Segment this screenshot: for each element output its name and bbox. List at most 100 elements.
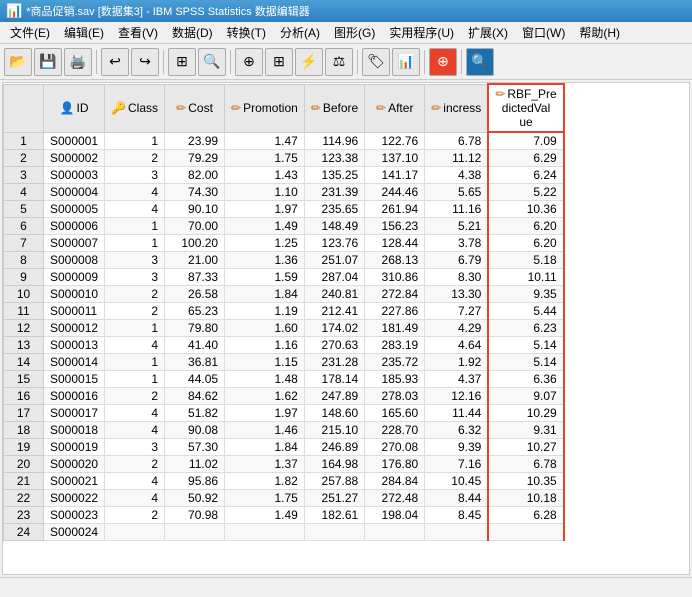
cell-value[interactable]: 1.97 bbox=[225, 405, 305, 422]
col-header-cost[interactable]: ✏Cost bbox=[165, 84, 225, 132]
cell-value[interactable]: 50.92 bbox=[165, 490, 225, 507]
cell-value[interactable]: 1.84 bbox=[225, 286, 305, 303]
cell-value[interactable]: 13.30 bbox=[425, 286, 489, 303]
cell-value[interactable]: 1.10 bbox=[225, 184, 305, 201]
cell-value[interactable]: 11.16 bbox=[425, 201, 489, 218]
cell-value[interactable]: 1.60 bbox=[225, 320, 305, 337]
cell-value[interactable]: 5.65 bbox=[425, 184, 489, 201]
cell-value[interactable]: 11.44 bbox=[425, 405, 489, 422]
cell-value[interactable]: 198.04 bbox=[365, 507, 425, 524]
menu-window[interactable]: 窗口(W) bbox=[516, 22, 571, 43]
cell-value[interactable]: S000004 bbox=[44, 184, 105, 201]
cell-value[interactable]: 283.19 bbox=[365, 337, 425, 354]
cell-value[interactable]: 2 bbox=[105, 286, 165, 303]
cell-value[interactable]: 21.00 bbox=[165, 252, 225, 269]
marker-button[interactable]: ⊕ bbox=[429, 48, 457, 76]
cell-value[interactable]: 3 bbox=[105, 252, 165, 269]
cell-value[interactable]: 244.46 bbox=[365, 184, 425, 201]
menu-edit[interactable]: 编辑(E) bbox=[58, 22, 110, 43]
cell-value[interactable]: S000024 bbox=[44, 524, 105, 541]
cell-value[interactable]: 5.14 bbox=[488, 354, 563, 371]
cell-value[interactable]: 6.78 bbox=[488, 456, 563, 473]
cell-value[interactable]: 74.30 bbox=[165, 184, 225, 201]
cell-value[interactable] bbox=[165, 524, 225, 541]
cell-value[interactable]: 1.75 bbox=[225, 150, 305, 167]
cell-value[interactable]: 1.16 bbox=[225, 337, 305, 354]
cell-value[interactable] bbox=[488, 524, 563, 541]
cell-value[interactable]: 4.64 bbox=[425, 337, 489, 354]
cell-value[interactable]: 185.93 bbox=[365, 371, 425, 388]
cell-value[interactable]: 65.23 bbox=[165, 303, 225, 320]
cell-value[interactable]: 1 bbox=[105, 132, 165, 150]
cell-value[interactable]: 164.98 bbox=[304, 456, 364, 473]
cell-value[interactable]: 6.23 bbox=[488, 320, 563, 337]
cell-value[interactable]: 5.44 bbox=[488, 303, 563, 320]
cell-value[interactable]: 228.70 bbox=[365, 422, 425, 439]
cell-value[interactable]: 4 bbox=[105, 337, 165, 354]
cell-value[interactable]: 9.35 bbox=[488, 286, 563, 303]
cell-value[interactable]: 1 bbox=[105, 354, 165, 371]
cell-value[interactable]: 310.86 bbox=[365, 269, 425, 286]
cell-value[interactable]: 57.30 bbox=[165, 439, 225, 456]
cell-value[interactable]: 6.36 bbox=[488, 371, 563, 388]
cell-value[interactable]: 11.12 bbox=[425, 150, 489, 167]
cell-value[interactable]: 122.76 bbox=[365, 132, 425, 150]
cell-value[interactable]: 10.27 bbox=[488, 439, 563, 456]
cell-value[interactable]: 6.32 bbox=[425, 422, 489, 439]
cell-value[interactable]: 1.82 bbox=[225, 473, 305, 490]
cell-value[interactable]: 84.62 bbox=[165, 388, 225, 405]
menu-analyze[interactable]: 分析(A) bbox=[274, 22, 326, 43]
cell-value[interactable]: 6.28 bbox=[488, 507, 563, 524]
cell-value[interactable]: S000008 bbox=[44, 252, 105, 269]
cell-value[interactable]: 9.07 bbox=[488, 388, 563, 405]
cell-value[interactable]: 135.25 bbox=[304, 167, 364, 184]
cell-value[interactable]: S000014 bbox=[44, 354, 105, 371]
cell-value[interactable]: 231.28 bbox=[304, 354, 364, 371]
cell-value[interactable]: 1.59 bbox=[225, 269, 305, 286]
cell-value[interactable] bbox=[425, 524, 489, 541]
cell-value[interactable]: 44.05 bbox=[165, 371, 225, 388]
cell-value[interactable]: 272.84 bbox=[365, 286, 425, 303]
cell-value[interactable]: 4 bbox=[105, 201, 165, 218]
cell-value[interactable]: 7.16 bbox=[425, 456, 489, 473]
cell-value[interactable]: 4.38 bbox=[425, 167, 489, 184]
cell-value[interactable]: 148.60 bbox=[304, 405, 364, 422]
cell-value[interactable]: 10.35 bbox=[488, 473, 563, 490]
cell-value[interactable]: 4.29 bbox=[425, 320, 489, 337]
cell-value[interactable]: 1.37 bbox=[225, 456, 305, 473]
insert-cases-button[interactable]: ⊕ bbox=[235, 48, 263, 76]
cell-value[interactable]: S000022 bbox=[44, 490, 105, 507]
cell-value[interactable]: 278.03 bbox=[365, 388, 425, 405]
cell-value[interactable]: 10.36 bbox=[488, 201, 563, 218]
cell-value[interactable]: 95.86 bbox=[165, 473, 225, 490]
menu-view[interactable]: 查看(V) bbox=[112, 22, 164, 43]
cell-value[interactable]: 10.45 bbox=[425, 473, 489, 490]
col-header-after[interactable]: ✏After bbox=[365, 84, 425, 132]
cell-value[interactable]: 235.65 bbox=[304, 201, 364, 218]
cell-value[interactable]: 4.37 bbox=[425, 371, 489, 388]
col-header-id[interactable]: 👤ID bbox=[44, 84, 105, 132]
cell-value[interactable]: 79.80 bbox=[165, 320, 225, 337]
print-button[interactable]: 🖨️ bbox=[64, 48, 92, 76]
cell-value[interactable]: 1.25 bbox=[225, 235, 305, 252]
undo-button[interactable]: ↩ bbox=[101, 48, 129, 76]
insert-var-button[interactable]: ⊞ bbox=[265, 48, 293, 76]
weight-button[interactable]: ⚖ bbox=[325, 48, 353, 76]
cell-value[interactable]: 4 bbox=[105, 490, 165, 507]
cell-value[interactable]: 2 bbox=[105, 456, 165, 473]
cell-value[interactable]: 1.92 bbox=[425, 354, 489, 371]
cell-value[interactable]: 1.46 bbox=[225, 422, 305, 439]
cell-value[interactable]: 90.10 bbox=[165, 201, 225, 218]
cell-value[interactable]: 284.84 bbox=[365, 473, 425, 490]
cell-value[interactable]: 23.99 bbox=[165, 132, 225, 150]
split-file-button[interactable]: ⚡ bbox=[295, 48, 323, 76]
cell-value[interactable]: 270.08 bbox=[365, 439, 425, 456]
cell-value[interactable]: 182.61 bbox=[304, 507, 364, 524]
cell-value[interactable]: 9.39 bbox=[425, 439, 489, 456]
cell-value[interactable]: 3 bbox=[105, 167, 165, 184]
cell-value[interactable]: 8.30 bbox=[425, 269, 489, 286]
cell-value[interactable]: S000005 bbox=[44, 201, 105, 218]
cell-value[interactable] bbox=[105, 524, 165, 541]
cell-value[interactable]: S000015 bbox=[44, 371, 105, 388]
goto-button[interactable]: ⊞ bbox=[168, 48, 196, 76]
